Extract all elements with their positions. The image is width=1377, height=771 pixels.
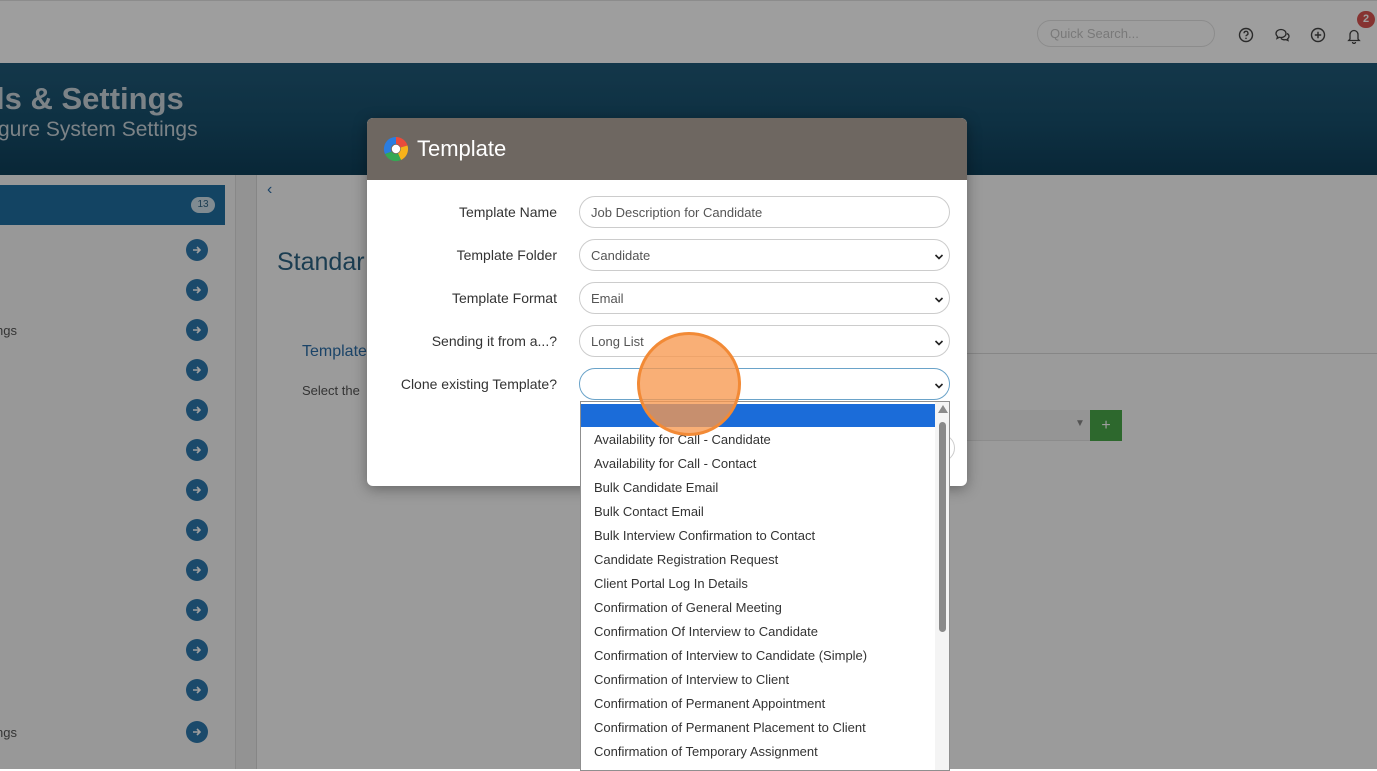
dropdown-option[interactable]: Confirmation of General Meeting xyxy=(594,600,782,615)
clone-template-dropdown: Availability for Call - Candidate Availa… xyxy=(580,401,950,771)
dropdown-option[interactable]: Confirmation of Permanent Placement to C… xyxy=(594,720,866,735)
chevron-down-icon xyxy=(934,336,944,351)
template-folder-label: Template Folder xyxy=(456,247,557,263)
sending-from-value: Long List xyxy=(591,334,644,349)
clone-template-label: Clone existing Template? xyxy=(400,376,557,392)
template-format-value: Email xyxy=(591,291,624,306)
dropdown-option[interactable]: Bulk Contact Email xyxy=(594,504,704,519)
dropdown-option[interactable]: Bulk Interview Confirmation to Contact xyxy=(594,528,815,543)
clone-template-select[interactable] xyxy=(579,368,950,400)
dropdown-option[interactable]: Confirmation of Permanent Appointment xyxy=(594,696,825,711)
template-folder-value: Candidate xyxy=(591,248,651,263)
sending-from-label: Sending it from a...? xyxy=(431,333,557,349)
template-format-select[interactable]: Email xyxy=(579,282,950,314)
scroll-up-arrow-icon[interactable] xyxy=(938,405,948,413)
dropdown-option[interactable]: Confirmation of Temporary Assignment xyxy=(594,744,818,759)
dropdown-option-selected[interactable] xyxy=(581,404,935,427)
click-indicator xyxy=(637,332,741,436)
chevron-down-icon xyxy=(934,293,944,308)
template-folder-select[interactable]: Candidate xyxy=(579,239,950,271)
dropdown-option[interactable]: Candidate Registration Request xyxy=(594,552,778,567)
template-name-input[interactable]: Job Description for Candidate xyxy=(579,196,950,228)
chevron-down-icon xyxy=(934,379,944,394)
dropdown-option[interactable]: Availability for Call - Contact xyxy=(594,456,756,471)
dropdown-option[interactable]: Client Portal Log In Details xyxy=(594,576,748,591)
chevron-down-icon xyxy=(934,250,944,265)
dropdown-option[interactable]: Bulk Candidate Email xyxy=(594,480,718,495)
template-format-label: Template Format xyxy=(451,290,557,306)
dropdown-option[interactable]: Confirmation of Interview to Candidate (… xyxy=(594,648,867,663)
scrollbar-thumb[interactable] xyxy=(939,422,946,632)
modal-header: Template xyxy=(367,118,967,180)
sending-from-select[interactable]: Long List xyxy=(579,325,950,357)
template-name-value: Job Description for Candidate xyxy=(591,205,763,220)
modal-title: Template xyxy=(417,136,507,161)
dropdown-option[interactable]: Confirmation of Interview to Client xyxy=(594,672,789,687)
template-name-label: Template Name xyxy=(458,204,557,220)
dropdown-option[interactable]: Confirmation Of Interview to Candidate xyxy=(594,624,818,639)
app-logo-icon xyxy=(382,135,410,168)
